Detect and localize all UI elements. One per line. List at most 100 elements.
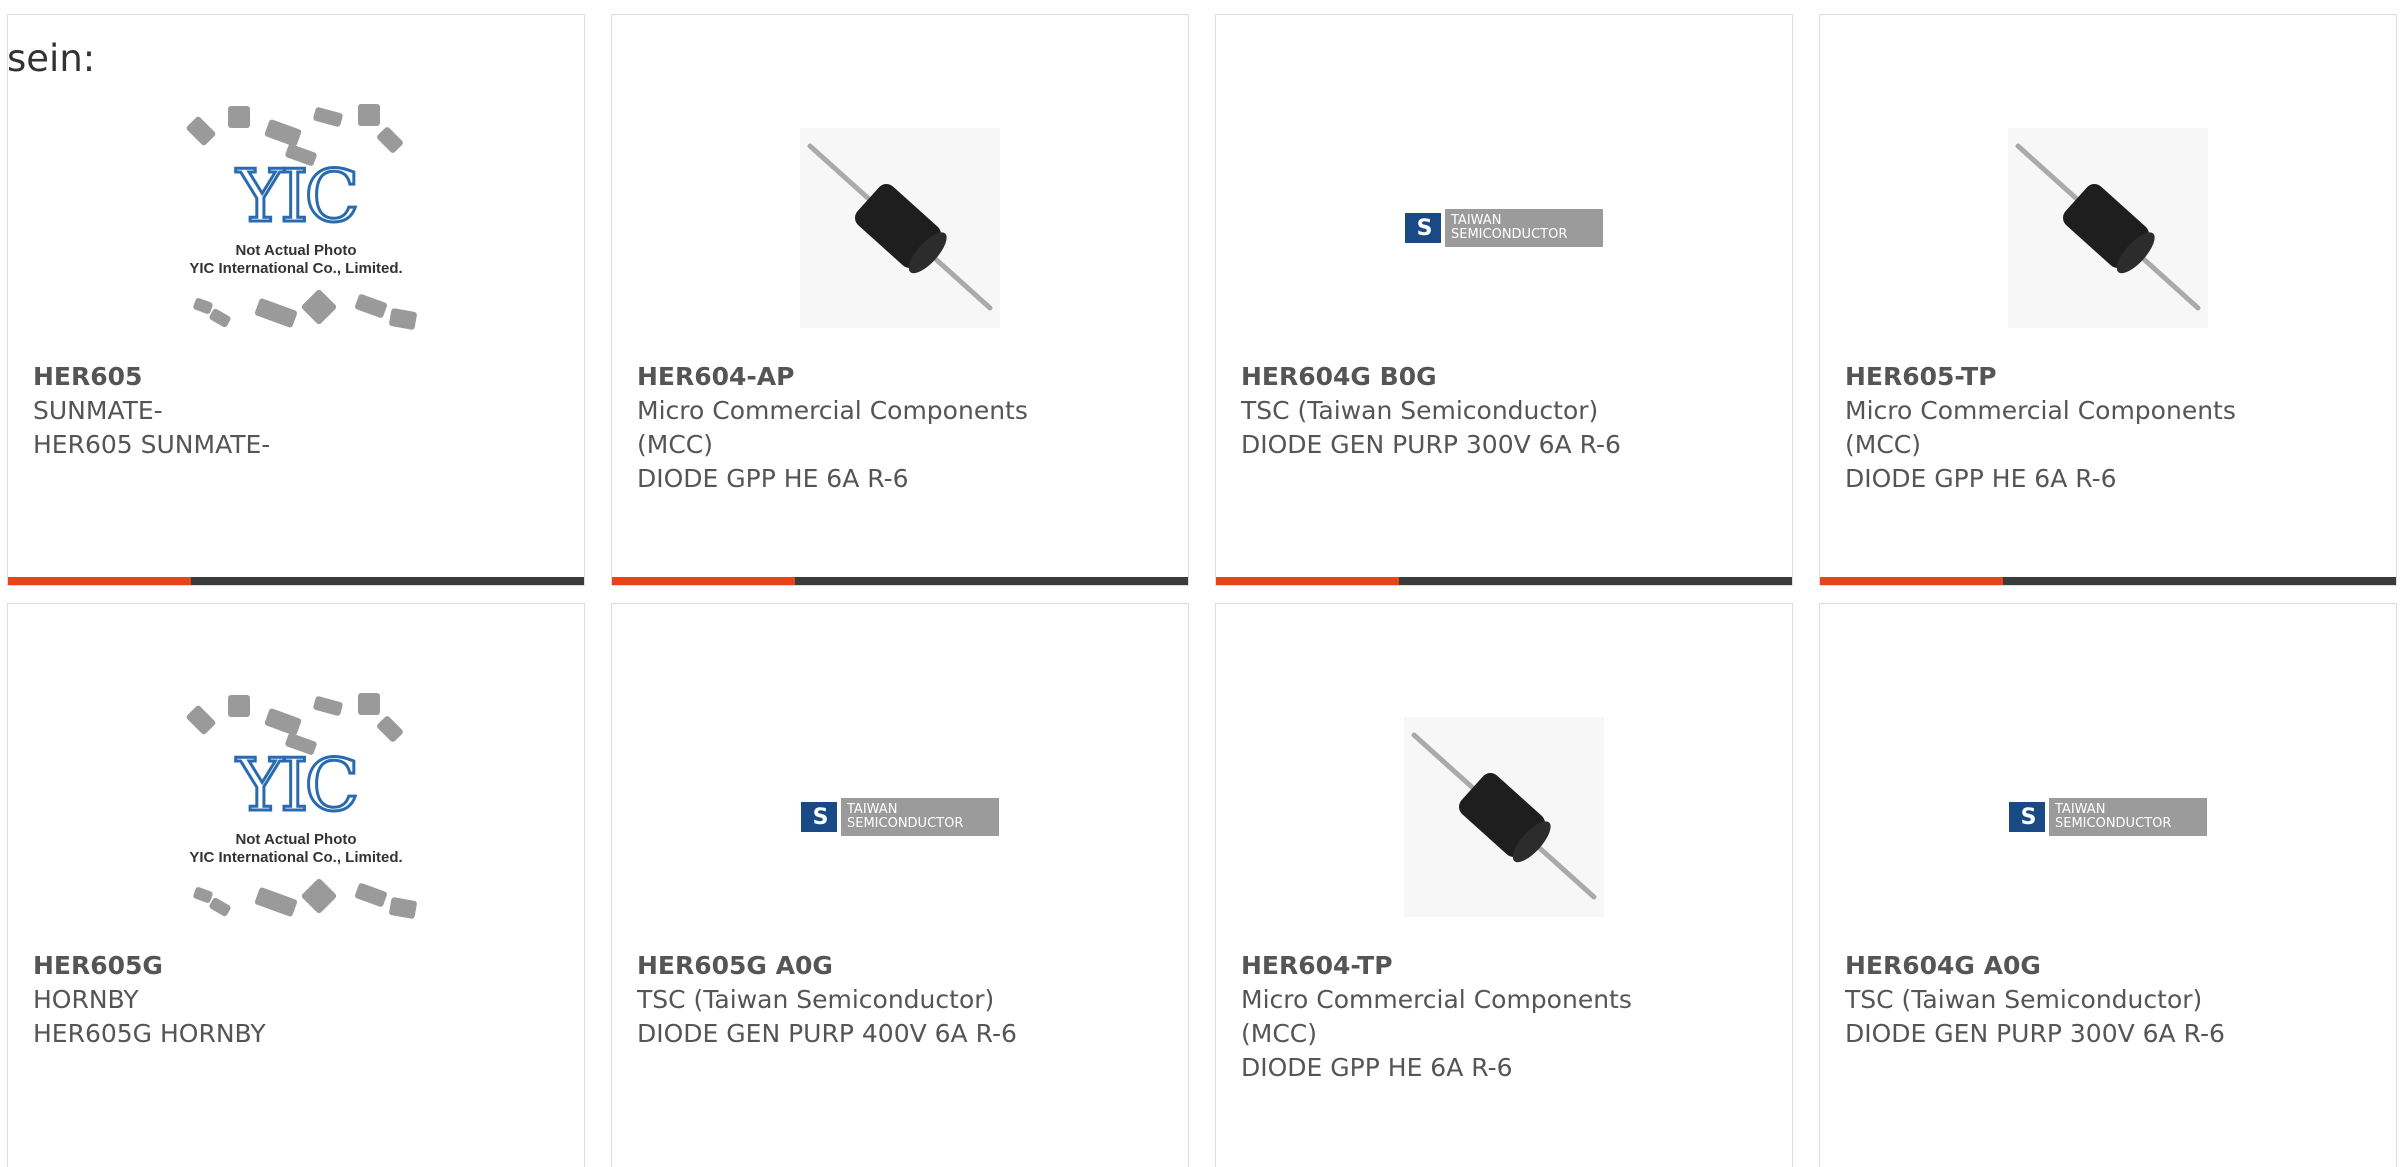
chip-graphic	[312, 106, 344, 128]
product-image[interactable]: S TAIWAN SEMICONDUCTOR	[1820, 682, 2396, 952]
tsc-logo-line1: TAIWAN	[847, 802, 898, 817]
product-image[interactable]: YIC Not Actual Photo YIC International Co.…	[8, 682, 584, 952]
product-card[interactable]: HER604-AP Micro Commercial Components (MCC…	[611, 14, 1189, 586]
product-info: HER604G A0G TSC (Taiwan Semiconductor) DIO…	[1845, 949, 2371, 1051]
product-info: HER605G A0G TSC (Taiwan Semiconductor) DIO…	[637, 949, 1163, 1051]
product-card[interactable]: HER604-TP Micro Commercial Components (MCC…	[1215, 603, 1793, 1167]
product-info: HER605 SUNMATE- HER605 SUNMATE-	[33, 360, 559, 462]
chip-graphic	[254, 886, 298, 918]
product-detail-line: TSC (Taiwan Semiconductor)	[1241, 396, 1599, 425]
part-number-link[interactable]: HER604G A0G	[1845, 949, 2371, 983]
yic-logo: YIC	[235, 154, 361, 238]
diode-graphic	[2015, 143, 2201, 311]
product-image[interactable]	[1820, 93, 2396, 363]
product-detail-line: DIODE GEN PURP 300V 6A R-6	[1241, 430, 1621, 459]
part-number-link[interactable]: HER605	[33, 360, 559, 394]
product-detail-line: DIODE GPP HE 6A R-6	[1241, 1053, 1513, 1082]
taiwan-semiconductor-logo: S TAIWAN SEMICONDUCTOR	[2009, 798, 2207, 836]
chip-graphic	[208, 307, 232, 329]
product-detail-line: SUNMATE-	[33, 396, 163, 425]
taiwan-semiconductor-logo: S TAIWAN SEMICONDUCTOR	[1405, 209, 1603, 247]
card-accent-bar	[612, 577, 795, 585]
chip-graphic	[185, 704, 217, 736]
tsc-logo-text: TAIWAN SEMICONDUCTOR	[1445, 209, 1603, 247]
diode-photo	[1404, 717, 1604, 917]
placeholder-caption-line2: YIC International Co., Limited.	[189, 849, 403, 866]
product-card[interactable]: YIC Not Actual Photo YIC International Co.…	[7, 603, 585, 1167]
card-bottom-bar	[612, 577, 1188, 585]
product-info: HER605-TP Micro Commercial Components (MCC…	[1845, 360, 2371, 496]
product-detail-line: Micro Commercial Components	[1845, 396, 2236, 425]
product-detail-line: (MCC)	[1845, 430, 1921, 459]
product-detail-line: (MCC)	[637, 430, 713, 459]
chip-graphic	[375, 714, 405, 744]
product-image[interactable]: YIC Not Actual Photo YIC International Co.…	[8, 93, 584, 363]
product-card[interactable]: S TAIWAN SEMICONDUCTOR HER604G A0G TSC (Taiw…	[1819, 603, 2397, 1167]
chip-graphic	[263, 707, 303, 737]
tsc-logo-mark: S	[1405, 213, 1441, 243]
chip-graphic	[358, 693, 380, 715]
tsc-logo-line2: SEMICONDUCTOR	[2055, 816, 2172, 831]
chip-graphic	[208, 896, 232, 918]
tsc-logo-line1: TAIWAN	[1451, 213, 1502, 228]
diode-graphic	[807, 143, 993, 311]
placeholder-caption-line1: Not Actual Photo	[235, 242, 357, 259]
card-bottom-bar	[8, 577, 584, 585]
product-detail-line: (MCC)	[1241, 1019, 1317, 1048]
taiwan-semiconductor-logo: S TAIWAN SEMICONDUCTOR	[801, 798, 999, 836]
tsc-logo-text: TAIWAN SEMICONDUCTOR	[2049, 798, 2207, 836]
chip-graphic	[263, 118, 303, 148]
card-accent-bar	[8, 577, 191, 585]
product-info: HER604G B0G TSC (Taiwan Semiconductor) DIO…	[1241, 360, 1767, 462]
part-number-link[interactable]: HER605G A0G	[637, 949, 1163, 983]
product-detail-line: DIODE GPP HE 6A R-6	[1845, 464, 2117, 493]
tsc-logo-line2: SEMICONDUCTOR	[1451, 227, 1568, 242]
product-detail-line: HORNBY	[33, 985, 139, 1014]
product-info: HER604-AP Micro Commercial Components (MCC…	[637, 360, 1163, 496]
product-image[interactable]: S TAIWAN SEMICONDUCTOR	[1216, 93, 1792, 363]
product-detail-line: DIODE GEN PURP 300V 6A R-6	[1845, 1019, 2225, 1048]
product-image[interactable]: S TAIWAN SEMICONDUCTOR	[612, 682, 1188, 952]
card-bottom-bar	[1216, 577, 1792, 585]
chip-graphic	[388, 896, 418, 920]
part-number-link[interactable]: HER604G B0G	[1241, 360, 1767, 394]
product-detail-line: TSC (Taiwan Semiconductor)	[1845, 985, 2203, 1014]
part-number-link[interactable]: HER605G	[33, 949, 559, 983]
chip-graphic	[300, 288, 338, 326]
tsc-logo-line1: TAIWAN	[2055, 802, 2106, 817]
diode-photo	[800, 128, 1000, 328]
chip-graphic	[228, 106, 250, 128]
product-image[interactable]	[1216, 682, 1792, 952]
product-grid-page: sein: YIC Not Actual Photo YIC Internation…	[0, 0, 2400, 1167]
product-detail-line: HER605 SUNMATE-	[33, 430, 271, 459]
chip-graphic	[354, 293, 388, 319]
placeholder-caption-line1: Not Actual Photo	[235, 831, 357, 848]
part-number-link[interactable]: HER604-AP	[637, 360, 1163, 394]
product-image[interactable]	[612, 93, 1188, 363]
chip-graphic	[185, 115, 217, 147]
tsc-logo-line2: SEMICONDUCTOR	[847, 816, 964, 831]
part-number-link[interactable]: HER605-TP	[1845, 360, 2371, 394]
product-card[interactable]: HER605-TP Micro Commercial Components (MCC…	[1819, 14, 2397, 586]
tsc-logo-text: TAIWAN SEMICONDUCTOR	[841, 798, 999, 836]
diode-photo	[2008, 128, 2208, 328]
product-detail-line: Micro Commercial Components	[1241, 985, 1632, 1014]
chip-graphic	[254, 297, 298, 329]
product-card[interactable]: S TAIWAN SEMICONDUCTOR HER605G A0G TSC (Taiw…	[611, 603, 1189, 1167]
product-detail-line: Micro Commercial Components	[637, 396, 1028, 425]
not-actual-photo-placeholder: YIC Not Actual Photo YIC International Co.…	[146, 687, 446, 947]
product-info: HER604-TP Micro Commercial Components (MCC…	[1241, 949, 1767, 1085]
card-accent-bar	[1216, 577, 1399, 585]
chip-graphic	[228, 695, 250, 717]
card-accent-bar	[1820, 577, 2003, 585]
part-number-link[interactable]: HER604-TP	[1241, 949, 1767, 983]
product-detail-line: DIODE GPP HE 6A R-6	[637, 464, 909, 493]
product-detail-line: HER605G HORNBY	[33, 1019, 266, 1048]
chip-graphic	[358, 104, 380, 126]
chip-graphic	[300, 877, 338, 915]
product-card[interactable]: YIC Not Actual Photo YIC International Co.…	[7, 14, 585, 586]
not-actual-photo-placeholder: YIC Not Actual Photo YIC International Co.…	[146, 98, 446, 358]
product-card[interactable]: S TAIWAN SEMICONDUCTOR HER604G B0G TSC (Taiw…	[1215, 14, 1793, 586]
product-detail-line: DIODE GEN PURP 400V 6A R-6	[637, 1019, 1017, 1048]
chip-graphic	[354, 882, 388, 908]
